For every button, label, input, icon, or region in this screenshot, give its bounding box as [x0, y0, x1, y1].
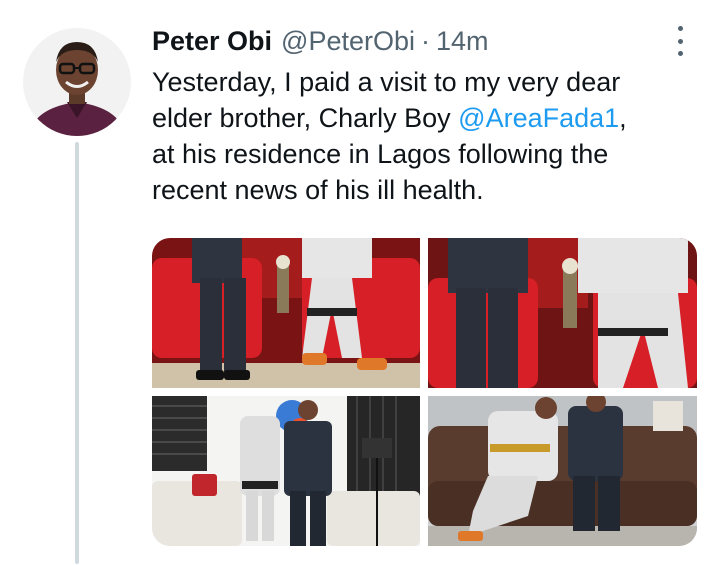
tweet-text-line: elder brother, Charly Boy @AreaFada1,	[152, 100, 702, 136]
tweet-text-segment: elder brother, Charly Boy	[152, 103, 459, 133]
author-name[interactable]: Peter Obi	[152, 26, 272, 57]
media-grid	[152, 238, 697, 546]
more-vertical-icon[interactable]	[672, 26, 688, 56]
photo-4[interactable]	[428, 396, 697, 546]
mention-link[interactable]: @AreaFada1	[458, 103, 619, 133]
header-separator: ·	[421, 25, 431, 56]
tweet-text-segment: ,	[619, 103, 627, 133]
thread-line	[75, 142, 79, 564]
tweet-header: Peter Obi @PeterObi · 14m	[152, 22, 489, 60]
author-handle[interactable]: @PeterObi	[281, 26, 415, 57]
photo-1[interactable]	[152, 238, 420, 388]
tweet-text: Yesterday, I paid a visit to my very dea…	[152, 64, 702, 208]
tweet-text-line: recent news of his ill health.	[152, 175, 484, 205]
tweet[interactable]: Peter Obi @PeterObi · 14m Yesterday, I p…	[0, 0, 719, 565]
tweet-text-line: Yesterday, I paid a visit to my very dea…	[152, 67, 621, 97]
photo-3[interactable]	[152, 396, 420, 546]
avatar[interactable]	[23, 28, 131, 136]
tweet-text-line: at his residence in Lagos following the	[152, 139, 609, 169]
photo-2[interactable]	[428, 238, 697, 388]
tweet-timestamp[interactable]: 14m	[436, 26, 489, 57]
